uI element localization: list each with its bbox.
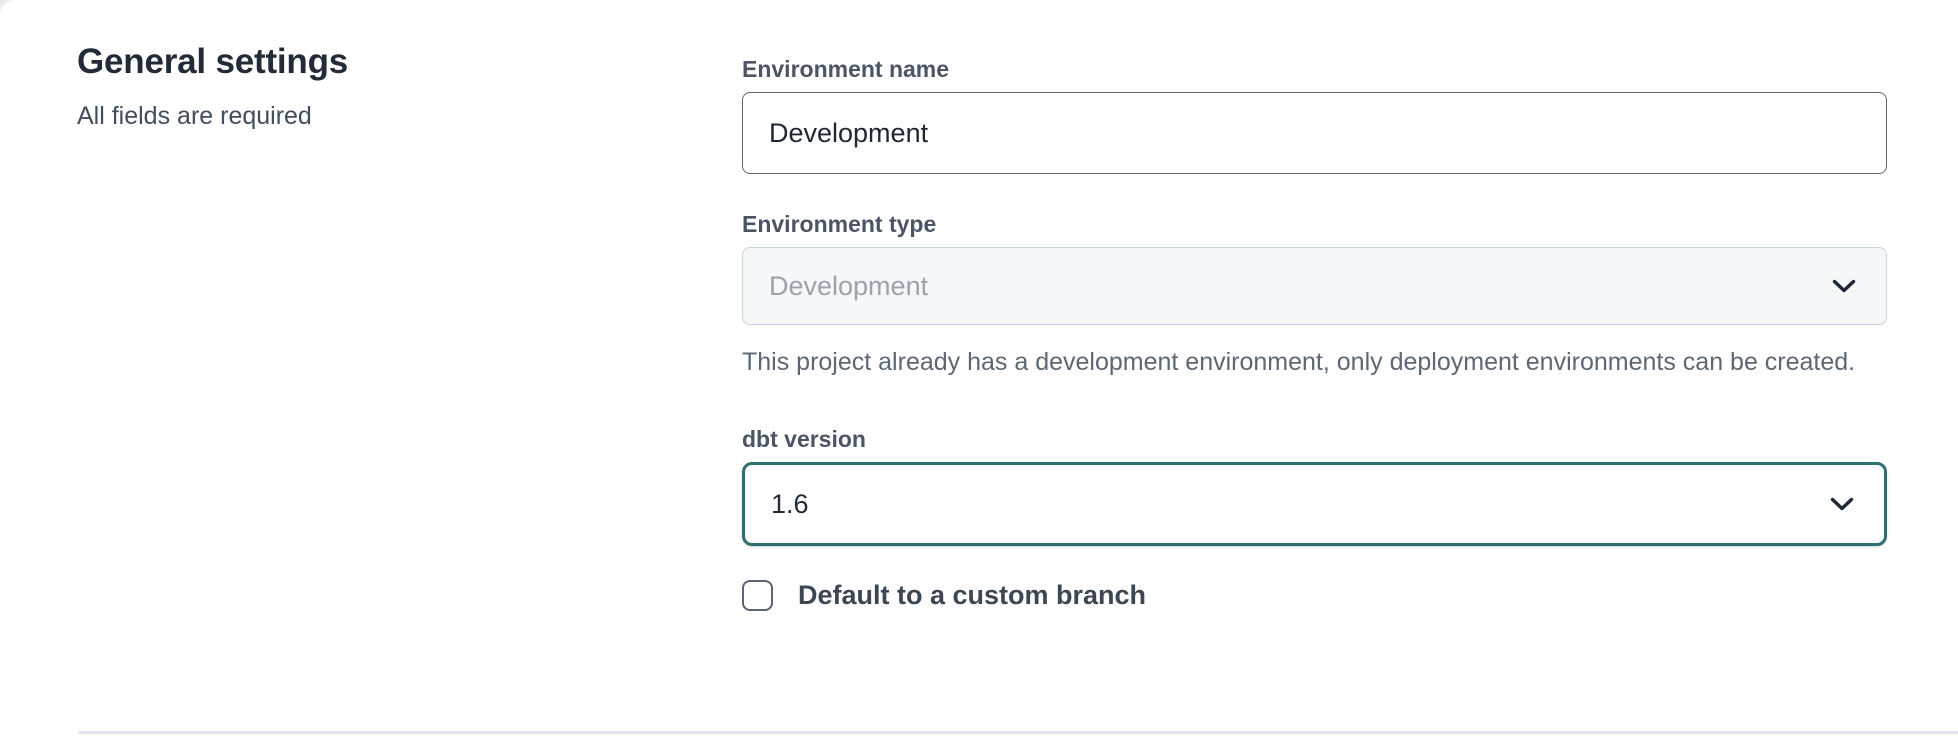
custom-branch-label[interactable]: Default to a custom branch	[798, 580, 1146, 611]
environment-type-value: Development	[769, 271, 928, 302]
general-settings-form: Environment name Environment type Develo…	[742, 55, 1887, 611]
environment-name-input[interactable]	[742, 92, 1887, 174]
page-title: General settings	[77, 40, 677, 84]
chevron-down-icon	[1832, 279, 1856, 294]
environment-name-label: Environment name	[742, 55, 1887, 83]
custom-branch-row: Default to a custom branch	[742, 580, 1887, 611]
dbt-version-value: 1.6	[771, 489, 809, 520]
section-divider	[78, 731, 1958, 734]
page-subtitle: All fields are required	[77, 101, 677, 131]
custom-branch-checkbox[interactable]	[742, 580, 773, 611]
settings-card: General settings All fields are required…	[0, 0, 1958, 740]
settings-page: General settings All fields are required…	[0, 0, 1958, 740]
environment-type-label: Environment type	[742, 210, 1887, 238]
section-header: General settings All fields are required	[77, 40, 677, 131]
environment-type-select: Development	[742, 247, 1887, 325]
environment-type-help-text: This project already has a development e…	[742, 342, 1887, 382]
dbt-version-select[interactable]: 1.6	[742, 462, 1887, 546]
chevron-down-icon	[1830, 497, 1854, 512]
dbt-version-label: dbt version	[742, 425, 1887, 453]
